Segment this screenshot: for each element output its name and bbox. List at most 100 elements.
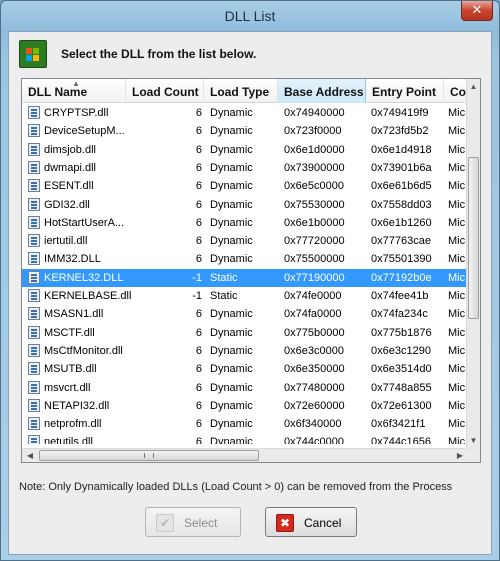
vertical-scrollbar[interactable]: ▲ ▼ [466, 79, 480, 449]
company-cell: Mic [448, 143, 466, 156]
company-cell: Mic [448, 161, 466, 174]
column-header-row: DLL Name ▲ Load Count Load Type Base Add… [22, 79, 468, 103]
dll-file-icon [28, 142, 40, 156]
scroll-left-icon[interactable]: ◀ [22, 449, 38, 462]
company-cell: Mic [448, 344, 466, 357]
load-count-cell: 6 [195, 326, 202, 339]
dll-file-icon [28, 417, 40, 431]
entry-point-cell: 0x7558dd03 [371, 198, 432, 211]
column-load-type[interactable]: Load Type [204, 79, 278, 103]
horizontal-scrollbar[interactable]: ◀ ▶ [22, 448, 468, 462]
dll-file-icon [28, 160, 40, 174]
table-row[interactable]: KERNELBASE.dll -1 Static 0x74fe0000 0x74fee4… [22, 287, 468, 305]
dll-file-icon [28, 325, 40, 339]
scroll-down-icon[interactable]: ▼ [467, 433, 480, 449]
dll-file-icon [28, 197, 40, 211]
dll-name-cell: NETAPI32.dll [44, 399, 110, 412]
base-address-cell: 0x77480000 [284, 381, 345, 394]
entry-point-cell: 0x749419f9 [371, 107, 429, 119]
dll-name-cell: KERNELBASE.dll [44, 290, 132, 302]
table-row[interactable]: dwmapi.dll 6 Dynamic 0x73900000 0x73901b6a Mi… [22, 159, 468, 177]
cancel-button-label: Cancel [304, 516, 342, 530]
table-row[interactable]: GDI32.dll 6 Dynamic 0x75530000 0x7558dd03 Mic [22, 196, 468, 214]
load-type-cell: Dynamic [210, 381, 253, 394]
checkmark-icon: ✔ [156, 514, 174, 532]
entry-point-cell: 0x6f3421f1 [371, 418, 426, 431]
title-bar[interactable]: DLL List ✕ [1, 1, 499, 31]
company-cell: Mic [448, 326, 466, 339]
load-count-cell: 6 [195, 143, 202, 156]
cancel-button[interactable]: ✖ Cancel [265, 507, 357, 537]
load-type-cell: Dynamic [210, 235, 253, 248]
load-count-cell: 6 [195, 308, 202, 321]
dll-file-icon [28, 234, 40, 248]
load-type-cell: Dynamic [210, 436, 253, 444]
dll-list[interactable]: DLL Name ▲ Load Count Load Type Base Add… [21, 78, 481, 463]
company-cell: Mic [448, 418, 466, 431]
load-count-cell: 6 [195, 253, 202, 266]
table-row[interactable]: dimsjob.dll 6 Dynamic 0x6e1d0000 0x6e1d4918 M… [22, 141, 468, 159]
table-row[interactable]: KERNEL32.DLL -1 Static 0x77190000 0x77192b0e… [22, 268, 468, 287]
dll-name-cell: dimsjob.dll [44, 143, 96, 156]
dll-file-icon [28, 435, 40, 444]
base-address-cell: 0x6e1d0000 [284, 143, 345, 156]
entry-point-cell: 0x6e61b6d5 [371, 180, 432, 193]
table-row[interactable]: NETAPI32.dll 6 Dynamic 0x72e60000 0x72e61300… [22, 397, 468, 415]
entry-point-cell: 0x775b1876 [371, 326, 432, 339]
instruction-text: Select the DLL from the list below. [61, 47, 257, 61]
dll-name-cell: msvcrt.dll [44, 381, 91, 394]
dll-name-cell: netutils.dll [44, 436, 93, 444]
table-row[interactable]: msvcrt.dll 6 Dynamic 0x77480000 0x7748a855 Mi… [22, 379, 468, 397]
column-company[interactable]: Co [444, 79, 468, 103]
dll-file-icon [28, 215, 40, 229]
scroll-up-icon[interactable]: ▲ [467, 79, 480, 95]
entry-point-cell: 0x723fd5b2 [371, 125, 429, 138]
dll-name-cell: CRYPTSP.dll [44, 107, 109, 119]
table-row[interactable]: IMM32.DLL 6 Dynamic 0x75500000 0x75501390 Mic [22, 250, 468, 268]
table-row[interactable]: MsCtfMonitor.dll 6 Dynamic 0x6e3c0000 0x6e3c… [22, 342, 468, 360]
vertical-scroll-thumb[interactable] [468, 157, 479, 319]
company-cell: Mic [448, 216, 466, 229]
load-count-cell: 6 [195, 161, 202, 174]
table-row[interactable]: MSCTF.dll 6 Dynamic 0x775b0000 0x775b1876 Mic [22, 324, 468, 342]
table-row[interactable]: CRYPTSP.dll 6 Dynamic 0x74940000 0x749419f9 M… [22, 104, 468, 122]
dll-file-icon [28, 398, 40, 412]
table-row[interactable]: ESENT.dll 6 Dynamic 0x6e5c0000 0x6e61b6d5 Mic [22, 177, 468, 195]
load-type-cell: Dynamic [210, 180, 253, 193]
load-type-cell: Dynamic [210, 253, 253, 266]
dll-file-icon [28, 343, 40, 357]
column-entry-point[interactable]: Entry Point [366, 79, 444, 103]
select-button[interactable]: ✔ Select [145, 507, 241, 537]
load-count-cell: -1 [192, 271, 202, 284]
table-row[interactable]: MSUTB.dll 6 Dynamic 0x6e350000 0x6e3514d0 Mic [22, 360, 468, 378]
table-row[interactable]: netutils.dll 6 Dynamic 0x744c0000 0x744c1656… [22, 433, 468, 444]
company-cell: Mic [448, 271, 466, 284]
base-address-cell: 0x74fe0000 [284, 290, 342, 302]
table-row[interactable]: iertutil.dll 6 Dynamic 0x77720000 0x77763cae… [22, 232, 468, 250]
entry-point-cell: 0x6e1d4918 [371, 143, 432, 156]
table-row[interactable]: HotStartUserA... 6 Dynamic 0x6e1b0000 0x6e1b… [22, 214, 468, 232]
dll-name-cell: dwmapi.dll [44, 161, 96, 174]
dll-name-cell: MSCTF.dll [44, 326, 95, 339]
entry-point-cell: 0x73901b6a [371, 161, 432, 174]
entry-point-cell: 0x6e3c1290 [371, 344, 431, 357]
load-type-cell: Dynamic [210, 107, 253, 119]
dll-file-icon [28, 124, 40, 138]
dll-name-cell: KERNEL32.DLL [44, 271, 124, 284]
table-row[interactable]: DeviceSetupM... 6 Dynamic 0x723f0000 0x723fd… [22, 122, 468, 140]
entry-point-cell: 0x744c1656 [371, 436, 431, 444]
base-address-cell: 0x74940000 [284, 107, 345, 119]
load-count-cell: 6 [195, 180, 202, 193]
select-button-label: Select [184, 516, 218, 530]
table-row[interactable]: netprofm.dll 6 Dynamic 0x6f340000 0x6f3421f1… [22, 415, 468, 433]
load-count-cell: 6 [195, 107, 202, 119]
column-load-count[interactable]: Load Count [126, 79, 204, 103]
column-base-address[interactable]: Base Address [278, 79, 366, 103]
horizontal-scroll-thumb[interactable] [39, 450, 259, 461]
close-button[interactable]: ✕ [461, 1, 493, 21]
load-type-cell: Dynamic [210, 308, 253, 321]
base-address-cell: 0x775b0000 [284, 326, 345, 339]
column-dll-name[interactable]: DLL Name ▲ [22, 79, 126, 103]
load-type-cell: Dynamic [210, 216, 253, 229]
table-row[interactable]: MSASN1.dll 6 Dynamic 0x74fa0000 0x74fa234c Mi… [22, 305, 468, 323]
